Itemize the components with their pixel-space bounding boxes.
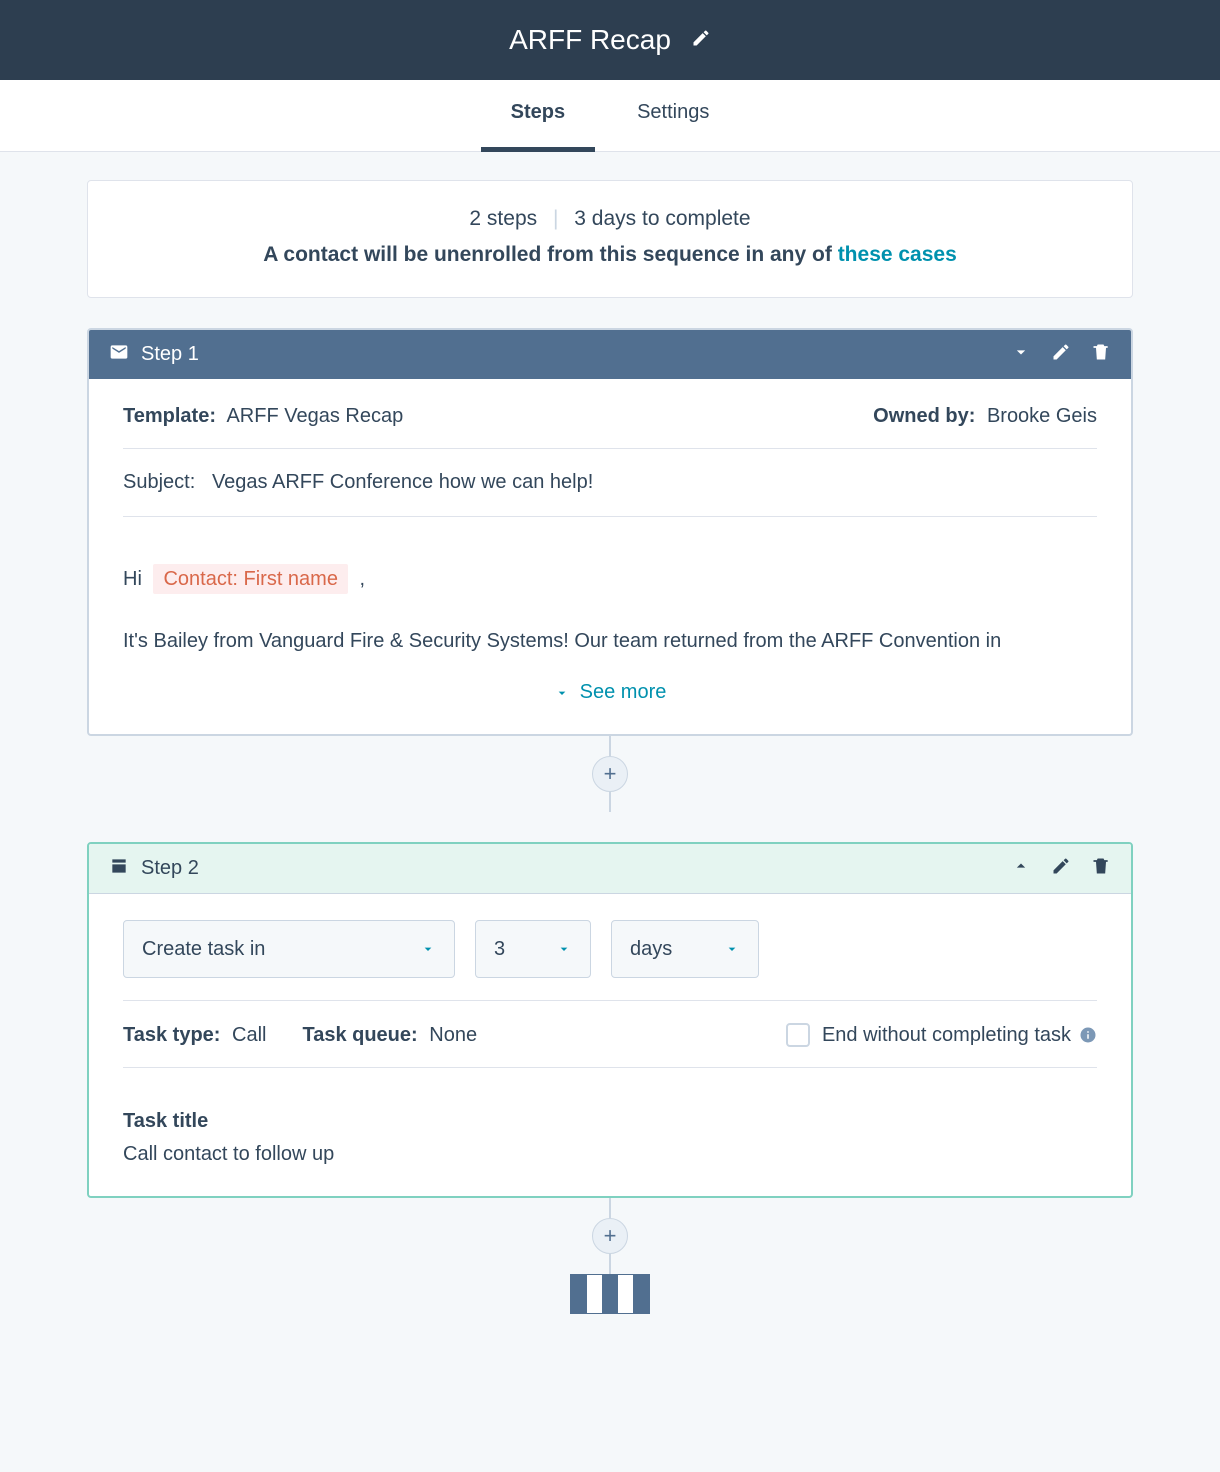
page-title: ARFF Recap xyxy=(509,24,671,56)
delete-step-icon[interactable] xyxy=(1091,856,1111,881)
connector-line xyxy=(609,792,611,812)
chevron-down-icon xyxy=(724,941,740,957)
task-title-value: Call contact to follow up xyxy=(123,1143,334,1165)
end-without-completing-checkbox[interactable] xyxy=(786,1023,810,1047)
edit-step-icon[interactable] xyxy=(1051,856,1071,881)
body-comma: , xyxy=(360,568,366,590)
task-queue-value: None xyxy=(429,1024,477,1046)
owned-by-label: Owned by: xyxy=(873,405,975,427)
tab-steps[interactable]: Steps xyxy=(511,80,565,151)
create-task-in-select[interactable]: Create task in xyxy=(123,920,455,978)
subject-value: Vegas ARFF Conference how we can help! xyxy=(212,471,593,493)
body-paragraph: It's Bailey from Vanguard Fire & Securit… xyxy=(123,625,1097,657)
sequence-summary: 2 steps | 3 days to complete A contact w… xyxy=(87,180,1133,298)
chevron-up-icon[interactable] xyxy=(1011,856,1031,881)
step-2-title: Step 2 xyxy=(141,857,999,880)
delay-number-select[interactable]: 3 xyxy=(475,920,591,978)
connector-line xyxy=(609,1198,611,1218)
info-icon[interactable] xyxy=(1079,1026,1097,1044)
template-label: Template: xyxy=(123,405,216,427)
delete-step-icon[interactable] xyxy=(1091,342,1111,367)
subject-label: Subject: xyxy=(123,471,195,493)
email-icon xyxy=(109,342,129,367)
task-icon xyxy=(109,856,129,881)
step-2-card: Step 2 Create task in 3 days xyxy=(87,842,1133,1198)
personalization-token[interactable]: Contact: First name xyxy=(153,564,348,594)
see-more-button[interactable]: See more xyxy=(123,681,1097,704)
connector-line xyxy=(609,736,611,756)
unenroll-cases-link[interactable]: these cases xyxy=(838,243,957,266)
step-1-title: Step 1 xyxy=(141,343,999,366)
add-step-button[interactable]: + xyxy=(592,756,628,792)
summary-steps-count: 2 steps xyxy=(469,207,537,230)
summary-days: 3 days to complete xyxy=(574,207,750,230)
unenroll-text: A contact will be unenrolled from this s… xyxy=(263,243,837,266)
end-without-label: End without completing task xyxy=(822,1024,1071,1047)
task-type-value: Call xyxy=(232,1024,266,1046)
body-hi: Hi xyxy=(123,568,142,590)
delay-unit-select[interactable]: days xyxy=(611,920,759,978)
chevron-down-icon xyxy=(420,941,436,957)
chevron-down-icon xyxy=(554,685,570,701)
chevron-down-icon xyxy=(556,941,572,957)
tab-settings[interactable]: Settings xyxy=(637,80,709,151)
task-queue-label: Task queue: xyxy=(302,1024,417,1046)
email-body-preview: Hi Contact: First name , It's Bailey fro… xyxy=(123,539,1097,657)
add-step-button[interactable]: + xyxy=(592,1218,628,1254)
task-title-label: Task title xyxy=(123,1110,1097,1133)
step-1-card: Step 1 Template: ARFF Vegas Recap Owned … xyxy=(87,328,1133,736)
divider: | xyxy=(553,207,558,230)
select-label: 3 xyxy=(494,938,505,961)
see-more-label: See more xyxy=(580,681,667,704)
template-value: ARFF Vegas Recap xyxy=(226,405,403,427)
select-label: Create task in xyxy=(142,938,265,961)
owned-by-value: Brooke Geis xyxy=(987,405,1097,427)
connector-line xyxy=(609,1254,611,1274)
edit-title-icon[interactable] xyxy=(691,28,711,53)
edit-step-icon[interactable] xyxy=(1051,342,1071,367)
finish-flag-icon xyxy=(570,1274,650,1314)
chevron-down-icon[interactable] xyxy=(1011,342,1031,367)
select-label: days xyxy=(630,938,672,961)
task-type-label: Task type: xyxy=(123,1024,220,1046)
